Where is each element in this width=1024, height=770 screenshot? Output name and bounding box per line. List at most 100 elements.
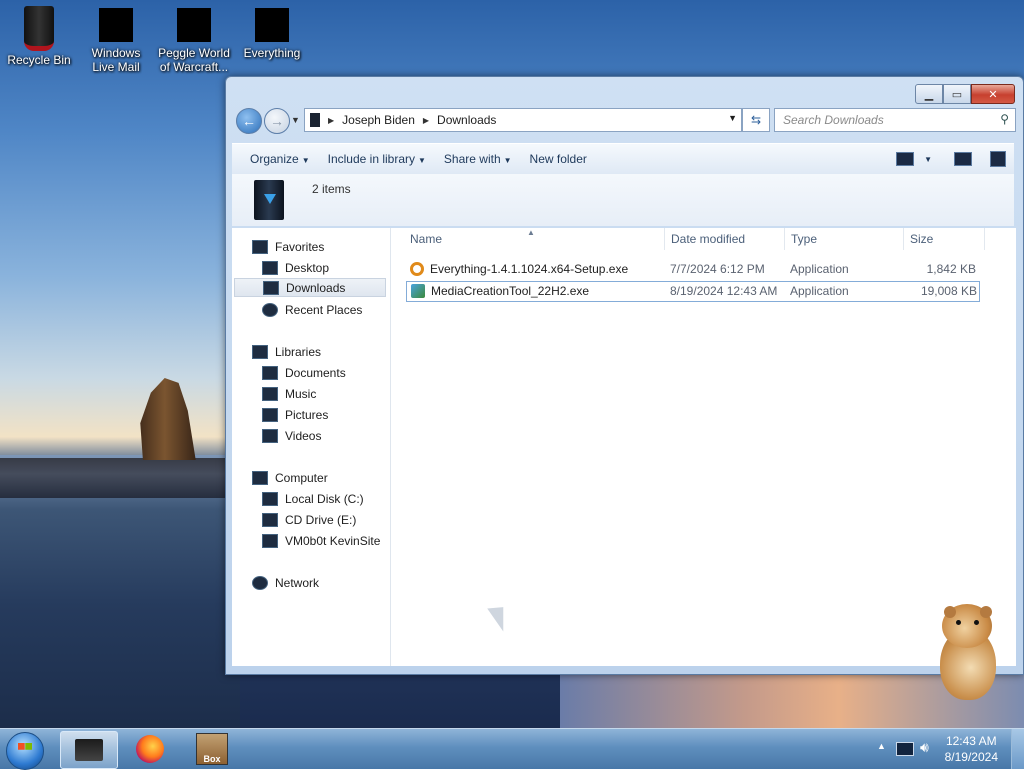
videos-icon [262, 428, 278, 443]
explorer-icon [75, 739, 103, 761]
close-button[interactable]: ✕ [971, 84, 1015, 104]
clock[interactable]: 12:43 AM 8/19/2024 [945, 733, 998, 765]
network-drive-icon [262, 533, 278, 548]
taskbar-box-button[interactable]: Box [184, 731, 240, 767]
taskbar: Box ▲ 🔊︎ 12:43 AM 8/19/2024 [0, 728, 1024, 770]
taskbar-firefox-button[interactable] [122, 731, 178, 767]
pictures-icon [262, 407, 278, 422]
command-bar: Organize ▼ Include in library ▼ Share with… [232, 143, 1014, 175]
column-header-name[interactable]: Name [410, 232, 442, 246]
show-hidden-icons-icon[interactable]: ▲ [877, 741, 886, 751]
nav-recent-places[interactable]: Recent Places [262, 300, 362, 319]
file-size: 19,008 KB [920, 284, 977, 298]
navigation-pane: Favorites Desktop Downloads Recent Place… [232, 228, 391, 666]
computer-icon [252, 470, 268, 485]
volume-icon[interactable]: 🔊︎ [920, 739, 929, 756]
network-status-icon[interactable] [896, 742, 914, 756]
recycle-bin-icon [24, 6, 54, 51]
refresh-button[interactable]: ⇆ [742, 108, 770, 132]
nav-libraries[interactable]: Libraries [252, 342, 321, 361]
column-header-type[interactable]: Type [791, 232, 817, 246]
user-folder-icon [310, 113, 320, 127]
address-dropdown-icon[interactable]: ▼ [728, 113, 737, 123]
libraries-icon [252, 344, 268, 359]
desktop-icon [262, 260, 278, 275]
nav-network[interactable]: Network [252, 573, 319, 592]
new-folder-button[interactable]: New folder [530, 152, 587, 166]
nav-videos[interactable]: Videos [262, 426, 321, 445]
file-row[interactable]: Everything-1.4.1.1024.x64-Setup.exe 7/7/… [406, 260, 978, 279]
window-controls: ▁ ▭ ✕ [915, 84, 1015, 104]
navigation-bar: ← → ▼ ▶ Joseph Biden ▶ Downloads ▼ ⇆ Sea… [234, 107, 1016, 135]
nav-vm-site[interactable]: VM0b0t KevinSite [262, 531, 380, 550]
column-divider[interactable] [903, 228, 904, 250]
hard-drive-icon [262, 491, 278, 506]
column-divider[interactable] [984, 228, 985, 250]
organize-button[interactable]: Organize ▼ [250, 152, 310, 166]
chevron-down-icon: ▼ [301, 156, 310, 165]
start-button[interactable] [6, 732, 44, 770]
chevron-down-icon[interactable]: ▼ [924, 155, 932, 164]
column-header-size[interactable]: Size [910, 232, 933, 246]
address-bar[interactable]: ▶ Joseph Biden ▶ Downloads ▼ [304, 108, 742, 132]
box-app-icon: Box [196, 733, 228, 765]
desktop-wallpaper-shore [0, 458, 240, 498]
back-button[interactable]: ← [236, 108, 262, 134]
nav-favorites[interactable]: Favorites [252, 237, 324, 256]
firefox-icon [136, 735, 164, 763]
chevron-right-icon[interactable]: ▶ [328, 116, 334, 125]
nav-cd-drive[interactable]: CD Drive (E:) [262, 510, 356, 529]
include-in-library-button[interactable]: Include in library ▼ [328, 152, 426, 166]
column-divider[interactable] [664, 228, 665, 250]
clock-date: 8/19/2024 [944, 750, 998, 764]
chevron-down-icon: ▼ [503, 156, 512, 165]
windows-live-mail-icon [99, 8, 133, 42]
show-desktop-button[interactable] [1011, 729, 1024, 769]
nav-desktop[interactable]: Desktop [262, 258, 329, 277]
taskbar-explorer-button[interactable] [60, 731, 118, 769]
desktop-icon-label: Everything [243, 46, 301, 60]
search-icon[interactable]: ⚲ [1000, 112, 1009, 126]
help-icon[interactable] [990, 151, 1006, 167]
file-date: 8/19/2024 12:43 AM [670, 284, 778, 298]
details-header: 2 items [232, 174, 1014, 226]
desktop-icon-label: Recycle Bin [7, 53, 71, 67]
desktop-icon-everything[interactable]: Everything [234, 4, 310, 60]
maximize-button[interactable]: ▭ [943, 84, 971, 104]
box-app-label: Box [203, 754, 221, 764]
column-divider[interactable] [784, 228, 785, 250]
chevron-right-icon[interactable]: ▶ [423, 116, 429, 125]
recent-pages-dropdown-icon[interactable]: ▼ [291, 115, 300, 125]
recent-places-icon [262, 302, 278, 317]
nav-downloads[interactable]: Downloads [234, 278, 386, 297]
nav-music[interactable]: Music [262, 384, 316, 403]
everything-icon [255, 8, 289, 42]
forward-button[interactable]: → [264, 108, 290, 134]
breadcrumb-downloads[interactable]: Downloads [437, 113, 496, 127]
desktop-icon-peggle[interactable]: Peggle World of Warcraft... [156, 4, 232, 74]
file-date: 7/7/2024 6:12 PM [670, 262, 765, 276]
clock-time: 12:43 AM [945, 734, 997, 748]
desktop-wallpaper-rock [140, 378, 196, 460]
share-with-button[interactable]: Share with ▼ [444, 152, 512, 166]
item-count: 2 items [312, 182, 351, 196]
everything-search-icon [410, 262, 424, 276]
breadcrumb-user[interactable]: Joseph Biden [342, 113, 415, 127]
nav-pictures[interactable]: Pictures [262, 405, 328, 424]
change-view-icon[interactable] [896, 152, 915, 166]
media-creation-tool-icon [411, 284, 425, 298]
desktop-icon-recycle-bin[interactable]: Recycle Bin [1, 4, 77, 67]
desktop-icon-windows-live-mail[interactable]: Windows Live Mail [78, 4, 154, 74]
nav-computer[interactable]: Computer [252, 468, 328, 487]
file-type: Application [790, 262, 849, 276]
sort-ascending-icon: ▲ [527, 228, 535, 237]
file-row[interactable]: MediaCreationTool_22H2.exe 8/19/2024 12:… [406, 281, 980, 302]
minimize-button[interactable]: ▁ [915, 84, 943, 104]
downloads-icon [263, 280, 279, 295]
column-header-date-modified[interactable]: Date modified [671, 232, 745, 246]
preview-pane-icon[interactable] [954, 152, 972, 166]
hamster-mascot-icon [932, 604, 1006, 704]
nav-local-disk[interactable]: Local Disk (C:) [262, 489, 364, 508]
nav-documents[interactable]: Documents [262, 363, 346, 382]
search-input[interactable]: Search Downloads ⚲ [774, 108, 1016, 132]
